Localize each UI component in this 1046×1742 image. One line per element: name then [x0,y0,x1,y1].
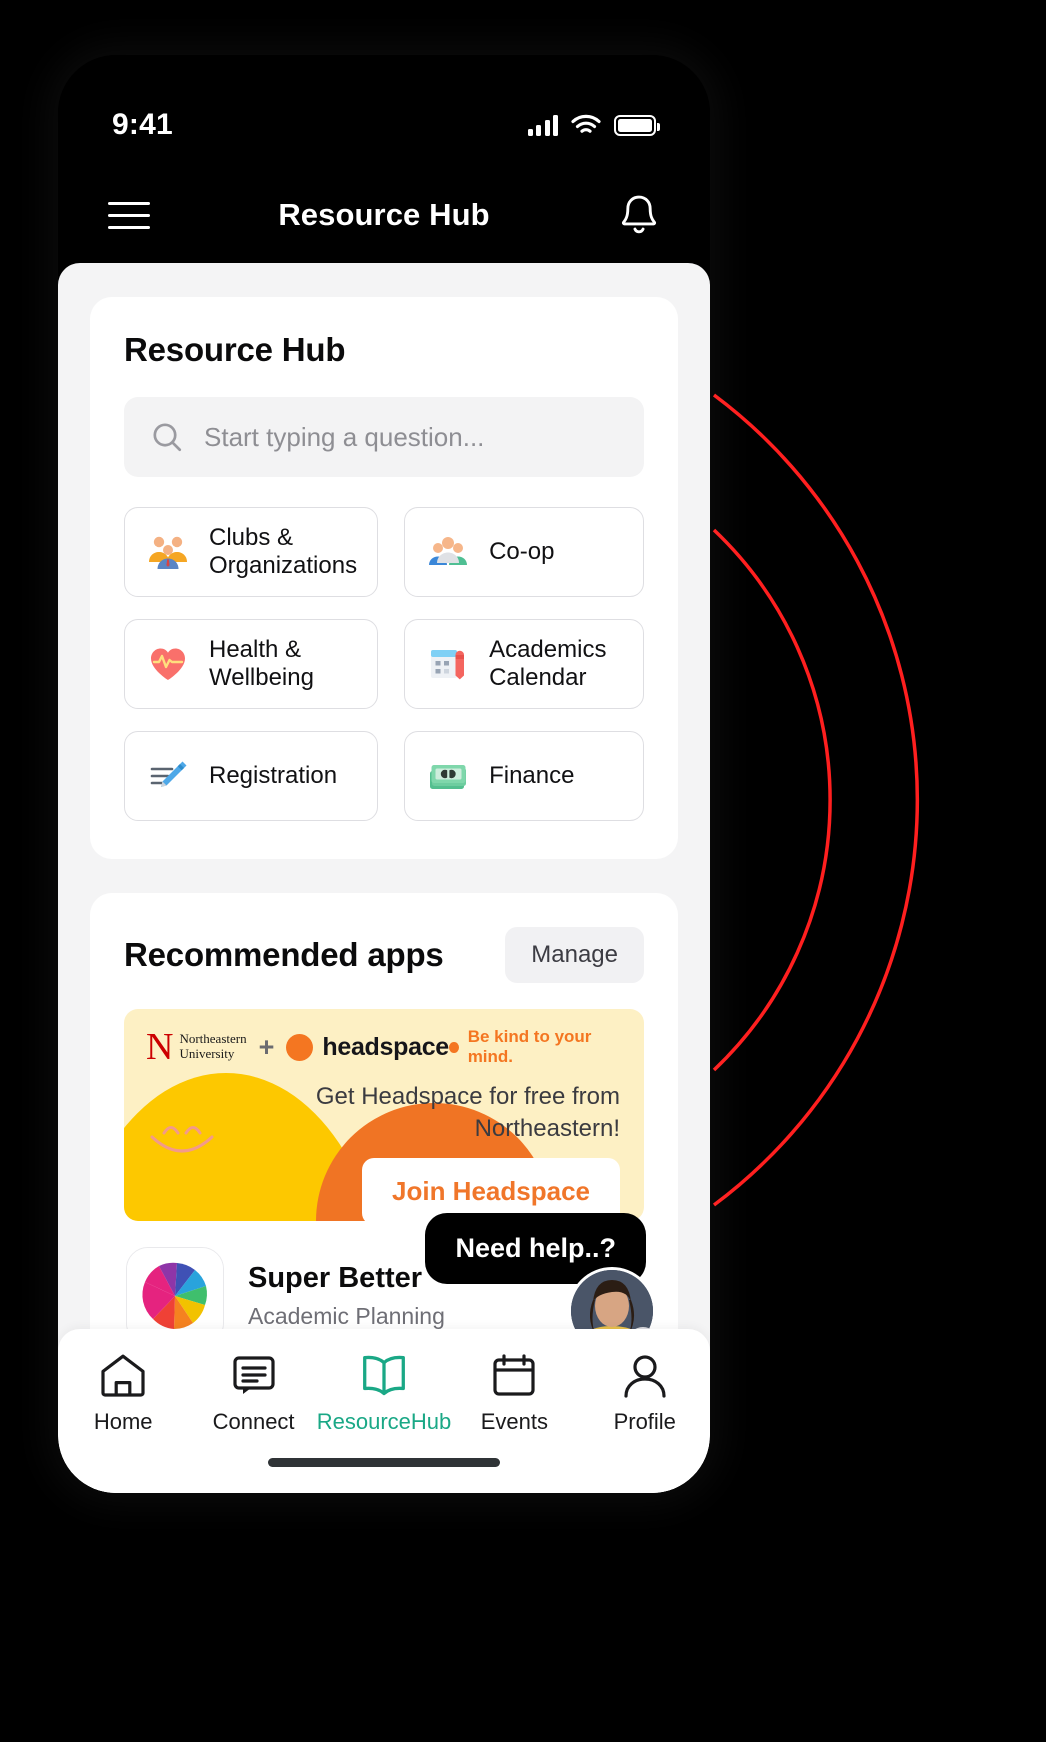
screenshot-stage: 9:41 Resource Hub Resource Hub Start typ… [0,0,1046,1742]
memo-pencil-emoji-icon [145,753,191,799]
tab-profile[interactable]: Profile [587,1351,703,1435]
open-book-icon [363,1355,405,1396]
tile-label: Health & Wellbeing [209,635,314,691]
tile-registration[interactable]: Registration [124,731,379,821]
banner-tagline: Be kind to your mind. [448,1027,622,1067]
bell-icon[interactable] [618,193,660,237]
tile-label: Academics Calendar [489,635,607,691]
plus-symbol: + [258,1031,275,1062]
page-title: Resource Hub [278,197,490,232]
recommended-apps-title: Recommended apps [124,936,444,973]
status-bar: 9:41 [58,55,710,167]
wifi-icon [571,114,601,133]
status-time: 9:41 [112,108,173,141]
three-people-emoji-icon [425,529,471,575]
tile-label: Clubs & Organizations [209,523,358,579]
search-placeholder: Start typing a question... [204,421,485,452]
banner-message-line1: Get Headspace for free from [315,1083,620,1110]
tab-label: Profile [613,1409,676,1434]
tile-health-wellbeing[interactable]: Health & Wellbeing [124,619,379,709]
tagline-dot-icon [448,1041,459,1053]
home-icon [101,1354,145,1397]
tab-label: Events [480,1409,548,1434]
hamburger-menu-icon[interactable] [108,201,150,229]
bottom-tab-bar: Home Connect ResourceHub Events Profile [58,1329,710,1493]
tile-label: Registration [209,761,338,789]
tab-events[interactable]: Events [456,1351,572,1435]
tab-resourcehub[interactable]: ResourceHub [317,1351,451,1435]
resource-tile-grid: Clubs & Organizations Co-op Health & Wel… [124,507,644,821]
app-name: Super Better [248,1262,423,1294]
tab-label: Connect [212,1409,295,1434]
tagline-text: Be kind to your mind. [467,1027,592,1066]
tab-label: Home [93,1409,153,1434]
tab-label: ResourceHub [316,1409,452,1434]
phone-frame: 9:41 Resource Hub Resource Hub Start typ… [58,55,710,1493]
northeastern-n-mark: N [146,1025,174,1068]
tile-clubs-organizations[interactable]: Clubs & Organizations [124,507,379,597]
tile-label: Co-op [489,537,555,565]
calendar-pen-emoji-icon [425,641,471,687]
banner-message: Get Headspace for free from Northeastern… [124,1067,644,1144]
tab-connect[interactable]: Connect [196,1351,312,1435]
people-group-emoji-icon [145,529,191,575]
search-icon [153,423,182,452]
tab-home[interactable]: Home [65,1351,181,1435]
battery-full-icon [614,114,660,136]
tile-co-op[interactable]: Co-op [404,507,644,597]
home-indicator [268,1458,500,1467]
scroll-container[interactable]: Resource Hub Start typing a question... [58,263,710,1493]
app-screen: Resource Hub Start typing a question... [58,263,710,1493]
banner-message-line2: Northeastern! [474,1114,620,1142]
app-bar: Resource Hub [58,167,710,263]
manage-button[interactable]: Manage [505,927,644,983]
tile-label: Finance [489,761,575,789]
tile-finance[interactable]: Finance [404,731,644,821]
join-headspace-button[interactable]: Join Headspace [362,1158,620,1221]
search-input[interactable]: Start typing a question... [124,397,644,477]
calendar-icon [493,1354,535,1396]
resource-hub-card: Resource Hub Start typing a question... [90,297,678,859]
northeastern-university-logo: N Northeastern University [146,1025,247,1068]
person-icon [624,1355,666,1398]
headspace-promo-banner[interactable]: N Northeastern University + headspace Be… [124,1009,644,1221]
chat-bubble-icon [232,1356,275,1394]
tile-academics-calendar[interactable]: Academics Calendar [404,619,644,709]
resource-hub-title: Resource Hub [124,331,346,368]
app-category: Academic Planning [248,1303,445,1329]
headspace-dot-icon [286,1033,314,1061]
heart-pulse-emoji-icon [145,641,191,687]
money-stack-emoji-icon [425,753,471,799]
northeastern-wordmark: Northeastern University [179,1031,247,1061]
headspace-wordmark: headspace [322,1032,449,1061]
headspace-logo: headspace [286,1033,449,1062]
signal-bars-icon [527,114,558,136]
recommended-apps-header: Recommended apps Manage [124,927,644,983]
